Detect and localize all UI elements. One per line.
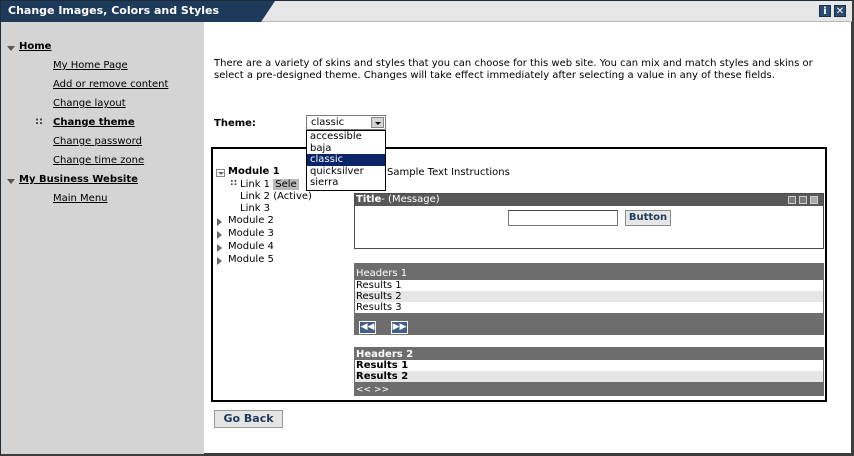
table-row: Results 1 xyxy=(355,360,823,371)
theme-select-value: classic xyxy=(311,117,345,128)
theme-option-accessible[interactable]: accessible xyxy=(307,131,385,143)
chevron-down-icon[interactable] xyxy=(371,117,384,128)
table-2-pager[interactable]: << >> xyxy=(356,385,389,395)
edit-icon[interactable] xyxy=(788,196,796,204)
intro-text: There are a variety of skins and styles … xyxy=(214,58,813,81)
collapse-module-icon[interactable] xyxy=(216,169,225,177)
portlet-header: Title- (Message) xyxy=(355,194,823,206)
theme-select[interactable]: classic xyxy=(306,115,386,130)
theme-preview: Module 1 :: Link 1 Sele Link 2 (Active) … xyxy=(211,147,827,402)
table-row: Results 2 xyxy=(355,291,823,302)
table-row: Results 2 xyxy=(355,371,823,382)
preview-text-input[interactable] xyxy=(508,210,618,226)
theme-option-classic[interactable]: classic xyxy=(307,154,385,166)
preview-instructions: Sample Text Instructions xyxy=(387,167,510,178)
preview-table-2: Headers 2 Results 1 Results 2 << >> xyxy=(354,347,824,396)
active-item-icon: :: xyxy=(35,116,43,127)
theme-dropdown[interactable]: accessible baja classic quicksilver sier… xyxy=(306,130,386,191)
title-bar: Change Images, Colors and Styles i ✕ xyxy=(1,1,852,22)
preview-module-3[interactable]: Module 3 xyxy=(228,228,274,239)
sidebar-item-change-time-zone[interactable]: Change time zone xyxy=(53,155,144,166)
window: Change Images, Colors and Styles i ✕ Hom… xyxy=(0,0,854,456)
expand-module-2-icon[interactable] xyxy=(217,218,222,226)
theme-label: Theme: xyxy=(214,118,256,129)
minimize-icon[interactable] xyxy=(799,196,807,204)
expand-module-3-icon[interactable] xyxy=(217,231,222,239)
theme-option-baja[interactable]: baja xyxy=(307,143,385,155)
theme-option-quicksilver[interactable]: quicksilver xyxy=(307,166,385,178)
previous-page-icon[interactable]: ◀◀ xyxy=(359,321,376,334)
sidebar-item-add-remove-content[interactable]: Add or remove content xyxy=(53,79,168,90)
preview-button[interactable]: Button xyxy=(625,210,671,226)
window-title: Change Images, Colors and Styles xyxy=(8,4,220,17)
sidebar-my-business-website[interactable]: My Business Website xyxy=(19,174,138,185)
sidebar-item-change-layout[interactable]: Change layout xyxy=(53,98,126,109)
sidebar-item-my-home-page[interactable]: My Home Page xyxy=(53,60,128,71)
preview-portlet: Title- (Message) Button xyxy=(354,193,824,249)
sidebar-item-main-menu[interactable]: Main Menu xyxy=(53,193,108,204)
info-icon[interactable]: i xyxy=(819,5,831,17)
sidebar-home[interactable]: Home xyxy=(19,41,51,52)
maximize-icon[interactable] xyxy=(810,196,818,204)
preview-link-1-label: Link 1 xyxy=(240,179,271,190)
preview-module-2[interactable]: Module 2 xyxy=(228,215,274,226)
close-icon[interactable]: ✕ xyxy=(834,5,846,17)
sidebar-item-change-password[interactable]: Change password xyxy=(53,136,142,147)
expand-home-icon[interactable] xyxy=(7,46,15,51)
portlet-title: Title- (Message) xyxy=(356,194,440,205)
preview-link-1[interactable]: Link 1 Sele xyxy=(240,179,299,190)
table-row: Results 3 xyxy=(355,302,823,313)
table-row: Results 1 xyxy=(355,280,823,291)
preview-link-3[interactable]: Link 3 xyxy=(240,203,270,214)
preview-link-2[interactable]: Link 2 (Active) xyxy=(240,191,312,202)
sidebar-item-change-theme[interactable]: Change theme xyxy=(53,117,135,128)
next-page-icon[interactable]: ▶▶ xyxy=(391,321,408,334)
portlet-title-text: Title xyxy=(356,194,382,205)
portlet-message: - (Message) xyxy=(381,194,440,205)
preview-selected-tag: Sele xyxy=(273,179,299,190)
table-1-header: Headers 1 xyxy=(356,268,408,279)
preview-active-link-icon: :: xyxy=(230,178,238,188)
table-2-header: Headers 2 xyxy=(356,349,414,360)
expand-module-4-icon[interactable] xyxy=(217,244,222,252)
preview-module-1[interactable]: Module 1 xyxy=(228,166,280,177)
go-back-button[interactable]: Go Back xyxy=(214,410,283,428)
title-tab: Change Images, Colors and Styles xyxy=(1,1,275,22)
expand-business-icon[interactable] xyxy=(7,179,15,184)
theme-option-sierra[interactable]: sierra xyxy=(307,177,385,189)
preview-table-1: Headers 1 Results 1 Results 2 Results 3 … xyxy=(354,263,824,335)
preview-module-5[interactable]: Module 5 xyxy=(228,254,274,265)
expand-module-5-icon[interactable] xyxy=(217,257,222,265)
sidebar: Home My Home Page Add or remove content … xyxy=(1,22,204,454)
preview-module-4[interactable]: Module 4 xyxy=(228,241,274,252)
